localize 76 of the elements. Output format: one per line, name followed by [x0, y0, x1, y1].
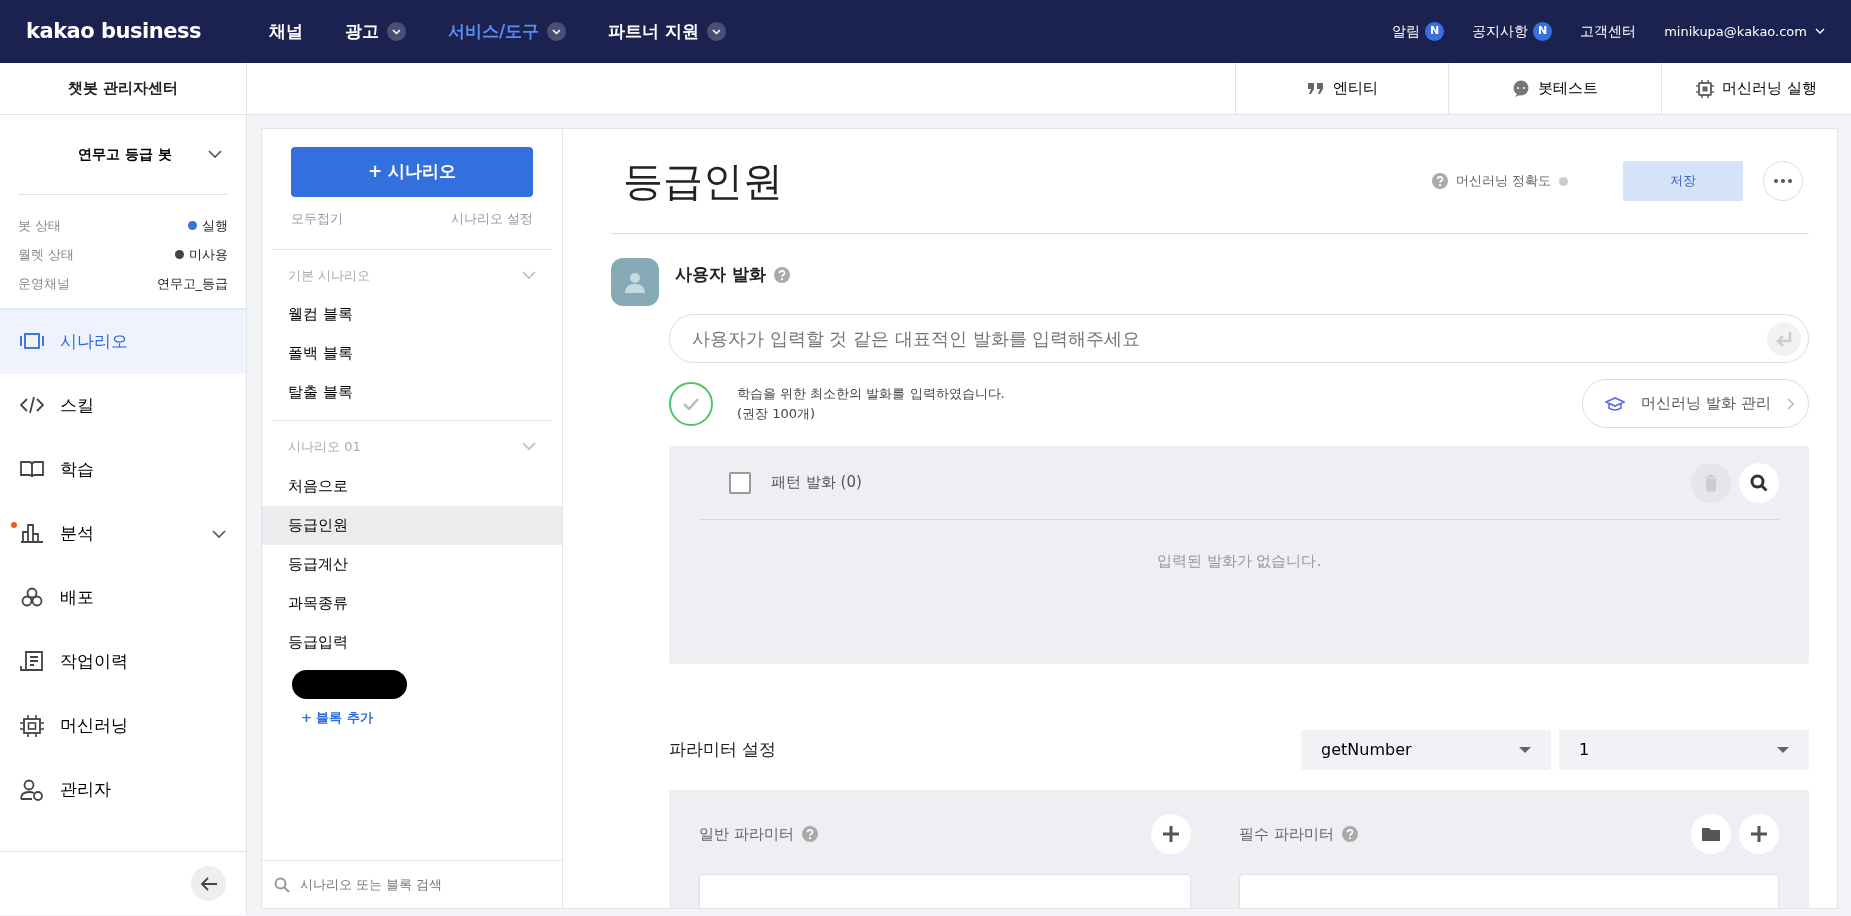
pattern-label: 패턴 발화 (0)	[771, 472, 863, 494]
search-icon	[274, 876, 290, 893]
notice-text: 학습을 위한 최소한의 발화를 입력하였습니다.	[737, 385, 1006, 403]
ml-accuracy-label: 머신러닝 정확도	[1455, 172, 1551, 191]
parameter-select[interactable]: 1	[1559, 730, 1809, 770]
checkmark-icon	[683, 397, 699, 410]
help-icon	[1431, 173, 1448, 189]
checkbox[interactable]	[729, 471, 751, 494]
chevron-down-icon	[522, 442, 536, 452]
chevron-down-icon	[208, 150, 222, 159]
group-title: 시나리오 01	[288, 438, 361, 456]
header-link[interactable]: 알림 N	[1392, 21, 1445, 42]
status-value: 연무고_등급	[156, 274, 228, 293]
chevron-down-icon	[1815, 28, 1825, 35]
empty-message: 입력된 발화가 없습니다.	[1155, 551, 1323, 572]
header-link[interactable]: 공지사항 N	[1472, 21, 1553, 42]
search-icon	[1750, 473, 1768, 492]
more-button[interactable]	[1763, 161, 1803, 201]
add-scenario-button[interactable]: + 시나리오	[291, 147, 533, 197]
nav-menu-item[interactable]: 채널	[269, 18, 303, 45]
three-circles-icon	[20, 587, 44, 609]
nav-menu-item[interactable]: 서비스/도구	[448, 18, 567, 45]
ml-utterance-manage-button[interactable]: 머신러닝 발화 관리	[1582, 379, 1809, 428]
logo[interactable]: kakao business	[26, 15, 269, 48]
chip-icon	[1696, 79, 1715, 98]
group-title: 기본 시나리오	[288, 266, 371, 285]
add-button[interactable]	[1739, 814, 1779, 854]
nav-menu-item[interactable]: 파트너 지원	[608, 18, 727, 45]
parameter-select[interactable]: getNumber	[1301, 730, 1551, 770]
utterance-input[interactable]: 사용자가 입력할 것 같은 대표적인 발화를 입력해주세요	[669, 314, 1809, 363]
nav-menu-item[interactable]: 광고	[345, 18, 406, 45]
notification-badge: N	[1533, 22, 1553, 41]
header-link[interactable]: 고객센터	[1580, 21, 1637, 42]
section-label: 사용자 발화	[675, 263, 766, 286]
status-value: 미사용	[189, 245, 228, 264]
more-icon	[1774, 179, 1792, 183]
plus-icon	[1162, 825, 1180, 843]
notice-subtext: (권장 100개)	[737, 404, 817, 423]
add-block-link[interactable]: + 블록 추가	[272, 707, 402, 727]
status-value: 실행	[202, 216, 228, 235]
chevron-right-icon	[1787, 397, 1794, 410]
account-menu[interactable]: minikupa@kakao.com	[1664, 21, 1825, 42]
chip-icon	[20, 715, 44, 737]
user-gear-icon	[20, 779, 44, 801]
add-button[interactable]	[1151, 814, 1191, 854]
search-button[interactable]	[1739, 462, 1779, 503]
status-label: 운영채널	[18, 274, 70, 293]
caret-down-icon	[1777, 747, 1789, 753]
parameter-label: 일반 파라미터	[699, 823, 794, 845]
block-title: 등급인원	[623, 157, 784, 205]
chevron-down-icon	[522, 270, 536, 280]
graduation-cap-icon	[1605, 396, 1626, 411]
help-icon	[1341, 826, 1358, 842]
parameter-label: 필수 파라미터	[1239, 823, 1334, 845]
collapse-sidebar-button[interactable]	[191, 866, 226, 901]
caret-down-icon	[1519, 747, 1531, 753]
status-label: 봇 상태	[18, 216, 62, 235]
bar-chart-icon	[20, 523, 44, 545]
arrow-left-icon	[199, 875, 218, 892]
block-item[interactable]: 등급인원	[262, 505, 562, 545]
sidebar-menu-item[interactable]: 시나리오	[0, 310, 246, 374]
help-icon	[773, 266, 790, 283]
user-silhouette-icon	[623, 270, 647, 294]
plus-icon	[1750, 825, 1768, 843]
section-label: 파라미터 설정	[669, 738, 778, 762]
folder-icon	[1702, 827, 1720, 841]
chat-bubble-icon	[1512, 79, 1530, 98]
status-label: 월렛 상태	[18, 245, 75, 264]
search-field[interactable]: 시나리오 또는 블록 검색	[298, 873, 550, 896]
notification-badge: N	[1425, 22, 1445, 41]
folder-button[interactable]	[1691, 814, 1731, 854]
app-title: 챗봇 관리자센터	[0, 63, 247, 114]
document-icon	[20, 651, 44, 673]
help-icon	[801, 826, 818, 842]
trash-icon	[1704, 473, 1718, 492]
status-dot	[1559, 176, 1568, 186]
